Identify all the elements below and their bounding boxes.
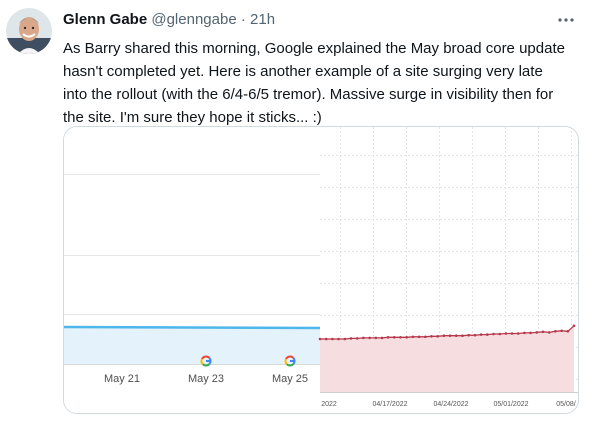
right-data-point [479, 333, 483, 336]
right-data-point [393, 336, 396, 339]
right-data-point [355, 337, 359, 340]
tweet-header: Glenn Gabe @glenngabe · 21h [63, 11, 275, 29]
right-chart: 2022 04/17/2022 04/24/2022 05/01/2022 05/08/ [318, 127, 578, 413]
right-data-point [362, 336, 365, 340]
right-data-point [324, 337, 328, 341]
right-data-point [486, 333, 489, 336]
right-data-point [386, 336, 390, 339]
right-data-point [349, 337, 353, 340]
more-options-button[interactable] [555, 9, 577, 31]
right-data-point [343, 337, 347, 341]
right-data-point [442, 334, 446, 337]
right-data-point [535, 331, 539, 334]
tweet-media-image[interactable]: May 21 May 23 May 25 2022 04/17/2022 04/24/2… [63, 126, 579, 414]
right-data-point [516, 332, 520, 335]
right-data-point [504, 332, 508, 335]
avatar-photo [6, 8, 52, 54]
right-data-point [572, 324, 576, 328]
tweet-text-line: As Barry shared this morning, Google exp… [63, 40, 565, 57]
right-data-point [430, 335, 433, 338]
right-data-point [448, 334, 452, 337]
tweet[interactable]: Glenn Gabe @glenngabe · 21h As Barry sha… [0, 0, 601, 425]
right-data-point [399, 336, 402, 339]
left-x-tick-label: May 25 [272, 373, 308, 385]
right-data-point [436, 335, 440, 338]
right-data-point [529, 331, 532, 335]
media-charts: May 21 May 23 May 25 2022 04/17/2022 04/24/2… [64, 127, 578, 413]
tweet-text: As Barry shared this morning, Google exp… [63, 37, 588, 129]
right-data-point [405, 336, 409, 339]
right-x-tick-label: 04/17/2022 [372, 401, 407, 408]
left-chart: May 21 May 23 May 25 [64, 127, 321, 413]
right-data-point [455, 334, 458, 337]
right-data-point [547, 331, 551, 334]
avatar[interactable] [6, 8, 52, 54]
right-data-point [492, 332, 495, 336]
right-data-point [337, 337, 340, 341]
right-x-tick-label: 2022 [321, 401, 337, 408]
right-data-point [380, 336, 384, 340]
left-area-fill [64, 327, 320, 364]
left-x-tick-label: May 23 [188, 373, 224, 385]
author-handle[interactable]: @glenngabe [151, 11, 236, 28]
right-data-point [318, 337, 322, 341]
right-data-point [498, 332, 502, 336]
right-data-point [424, 335, 427, 339]
right-data-point [461, 334, 464, 337]
right-x-tick-label: 05/08/ [556, 401, 576, 408]
more-horizontal-icon [558, 18, 574, 22]
right-data-point [541, 330, 545, 334]
right-x-tick-label: 05/01/2022 [493, 401, 528, 408]
tweet-text-line: hasn't completed yet. Here is another ex… [63, 63, 543, 80]
tweet-timestamp[interactable]: 21h [250, 11, 275, 28]
right-x-tick-label: 04/24/2022 [433, 401, 468, 408]
left-series-line [64, 325, 321, 330]
right-data-point [510, 332, 514, 335]
right-data-point [411, 335, 415, 339]
right-data-point [368, 336, 371, 340]
tweet-text-line: into the rollout (with the 6/4-6/5 tremo… [63, 86, 554, 103]
right-data-point [523, 331, 526, 335]
right-data-point [417, 335, 421, 339]
left-x-tick-label: May 21 [104, 373, 140, 385]
right-data-point [331, 337, 334, 341]
right-data-point [566, 330, 570, 333]
right-data-point [473, 333, 477, 337]
header-separator: · [240, 11, 246, 28]
author-name[interactable]: Glenn Gabe [63, 11, 147, 28]
right-data-point [560, 329, 563, 333]
right-data-point [374, 336, 378, 340]
right-data-point [467, 333, 471, 337]
right-data-point [554, 330, 557, 333]
